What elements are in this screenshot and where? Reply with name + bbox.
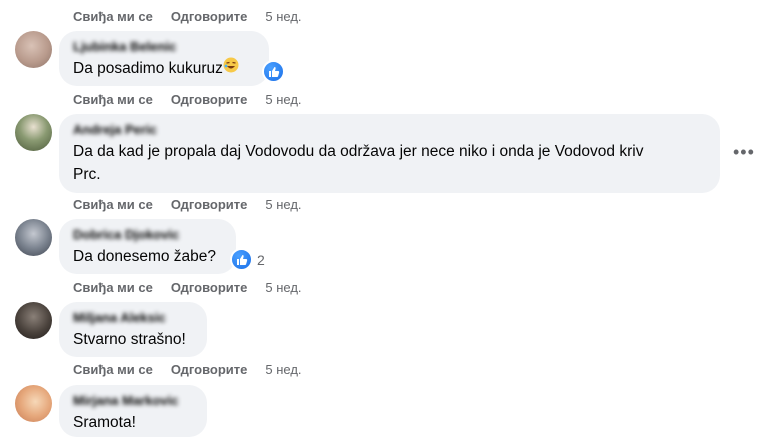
comment-author[interactable]: Dobrica Djokovic: [73, 227, 222, 243]
like-action[interactable]: Свиђа ми се: [73, 362, 153, 377]
reaction-summary[interactable]: 2: [230, 248, 265, 271]
avatar[interactable]: [15, 219, 52, 256]
comment-text: Stvarno strašno!: [73, 331, 186, 348]
reaction-summary[interactable]: [262, 60, 285, 83]
comment-bubble: Miljana Aleksic Stvarno strašno!: [59, 302, 207, 357]
reply-action[interactable]: Одговорите: [171, 362, 248, 377]
like-action[interactable]: Свиђа ми се: [73, 9, 153, 24]
comment-actions: Свиђа ми се Одговорите 5 нед.: [73, 8, 302, 24]
comment-text-line: Da da kad je propala daj Vodovodu da odr…: [73, 143, 644, 160]
like-action[interactable]: Свиђа ми се: [73, 197, 153, 212]
comment-author[interactable]: Miljana Aleksic: [73, 310, 193, 326]
comment-author[interactable]: Andreja Peric: [73, 122, 706, 138]
avatar[interactable]: [15, 114, 52, 151]
avatar[interactable]: [15, 302, 52, 339]
comment-text: Sramota!: [73, 414, 136, 431]
comment-text-content: Da posadimo kukuruz: [73, 60, 223, 77]
thumbs-up-icon: [262, 60, 285, 83]
thumbs-up-icon: [230, 248, 253, 271]
comment-actions: Свиђа ми се Одговорите 5 нед.: [73, 361, 302, 377]
comment-text-line: Prc.: [73, 166, 101, 183]
comment-text: Da posadimo kukuruz: [73, 57, 255, 80]
comment-actions: Свиђа ми се Одговорите 5 нед.: [73, 279, 302, 295]
comment-bubble: Mirjana Markovic Sramota!: [59, 385, 207, 437]
reply-action[interactable]: Одговорите: [171, 92, 248, 107]
comment-bubble: Ljubinka Belenic Da posadimo kukuruz: [59, 31, 269, 86]
reaction-count: 2: [257, 251, 265, 268]
comment-actions: Свиђа ми се Одговорите 5 нед.: [73, 196, 302, 212]
timestamp[interactable]: 5 нед.: [265, 362, 301, 377]
avatar[interactable]: [15, 385, 52, 422]
comment-text: Da donesemo žabe?: [73, 248, 217, 265]
laughing-emoji-icon: [223, 57, 239, 80]
timestamp[interactable]: 5 нед.: [265, 280, 301, 295]
reply-action[interactable]: Одговорите: [171, 9, 248, 24]
comment-bubble: Andreja Peric Da da kad je propala daj V…: [59, 114, 720, 193]
reply-action[interactable]: Одговорите: [171, 280, 248, 295]
comment-actions: Свиђа ми се Одговорите 5 нед.: [73, 91, 302, 107]
timestamp[interactable]: 5 нед.: [265, 9, 301, 24]
reply-action[interactable]: Одговорите: [171, 197, 248, 212]
more-options-icon[interactable]: •••: [733, 143, 755, 161]
like-action[interactable]: Свиђа ми се: [73, 92, 153, 107]
comment-author[interactable]: Ljubinka Belenic: [73, 39, 255, 55]
comment-bubble: Dobrica Djokovic Da donesemo žabe?: [59, 219, 236, 274]
comment-author[interactable]: Mirjana Markovic: [73, 393, 193, 409]
timestamp[interactable]: 5 нед.: [265, 92, 301, 107]
timestamp[interactable]: 5 нед.: [265, 197, 301, 212]
avatar[interactable]: [15, 31, 52, 68]
like-action[interactable]: Свиђа ми се: [73, 280, 153, 295]
